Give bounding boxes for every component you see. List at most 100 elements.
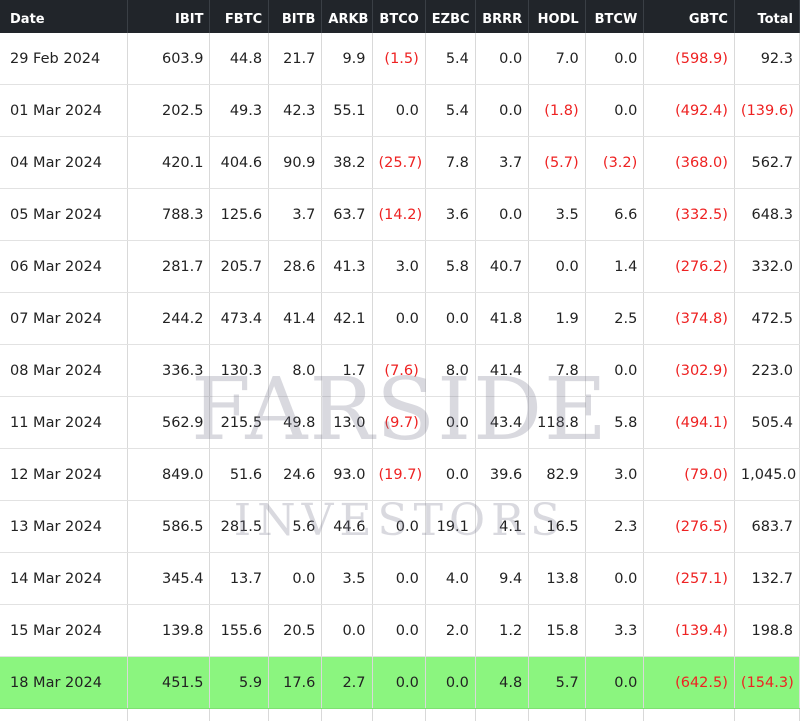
flow-cell-gbtc: (302.9) — [643, 344, 735, 397]
flow-cell-total: 505.4 — [734, 396, 800, 449]
column-header-total: Total — [734, 0, 800, 33]
flow-cell-btco: 0.0 — [372, 292, 426, 345]
flow-cell-brrr: 9.4 — [475, 552, 530, 605]
flow-cell-total: 92.3 — [734, 33, 800, 85]
flow-cell-gbtc: (79.0) — [643, 448, 735, 501]
flow-cell-total: 562.7 — [734, 136, 800, 189]
flow-cell-hodl: 3.5 — [528, 188, 586, 241]
flow-cell-btcw: 2.5 — [585, 292, 645, 345]
flow-cell-arkb: 3.5 — [321, 552, 373, 605]
flow-cell-ibit: 586.5 — [127, 500, 211, 553]
flow-cell-arkb: 9.9 — [321, 33, 373, 85]
empty-cell — [372, 708, 426, 721]
flow-cell-btcw: 6.6 — [585, 188, 645, 241]
flow-cell-gbtc: (492.4) — [643, 84, 735, 137]
flow-cell-arkb: 55.1 — [321, 84, 373, 137]
flow-cell-hodl: 1.9 — [528, 292, 586, 345]
flow-cell-brrr: 40.7 — [475, 240, 530, 293]
flow-cell-ezbc: 19.1 — [425, 500, 476, 553]
table-row: 12 Mar 2024 849.0 51.6 24.6 93.0 (19.7) 0.0 39.… — [0, 448, 800, 501]
flow-cell-ezbc: 2.0 — [425, 604, 476, 657]
column-header-ezbc: EZBC — [425, 0, 476, 33]
flow-cell-fbtc: 13.7 — [209, 552, 270, 605]
empty-cell — [425, 708, 476, 721]
flow-cell-ibit: 139.8 — [127, 604, 211, 657]
column-header-arkb: ARKB — [321, 0, 373, 33]
flow-cell-brrr: 3.7 — [475, 136, 530, 189]
flow-cell-hodl: 82.9 — [528, 448, 586, 501]
flow-cell-hodl: 0.0 — [528, 240, 586, 293]
flow-cell-bitb: 3.7 — [268, 188, 323, 241]
flow-cell-arkb: 63.7 — [321, 188, 373, 241]
flow-cell-fbtc: 125.6 — [209, 188, 270, 241]
table-row: 18 Mar 2024 451.5 5.9 17.6 2.7 0.0 0.0 4.8 5.7 0.… — [0, 656, 800, 709]
flow-cell-arkb: 93.0 — [321, 448, 373, 501]
flow-cell-bitb: 5.6 — [268, 500, 323, 553]
flow-cell-btco: 0.0 — [372, 552, 426, 605]
flow-cell-hodl: 13.8 — [528, 552, 586, 605]
empty-cell — [528, 708, 586, 721]
flow-cell-btco: 0.0 — [372, 604, 426, 657]
flow-cell-bitb: 24.6 — [268, 448, 323, 501]
flow-cell-bitb: 8.0 — [268, 344, 323, 397]
flow-cell-total: 648.3 — [734, 188, 800, 241]
empty-cell — [734, 708, 800, 721]
table-row: 08 Mar 2024 336.3 130.3 8.0 1.7 (7.6) 8.0 41.4 7… — [0, 344, 800, 397]
flows-table-container: Date IBIT FBTC BITB ARKB BTCO EZBC BRRR HODL BTCW… — [0, 0, 800, 721]
flow-cell-btco: (14.2) — [372, 188, 426, 241]
flow-cell-ibit: 451.5 — [127, 656, 211, 709]
flow-cell-total: 198.8 — [734, 604, 800, 657]
flow-cell-fbtc: 404.6 — [209, 136, 270, 189]
flow-cell-total: (154.3) — [734, 656, 800, 709]
flow-cell-arkb: 41.3 — [321, 240, 373, 293]
flow-cell-brrr: 0.0 — [475, 188, 530, 241]
empty-cell — [321, 708, 373, 721]
table-body: 29 Feb 2024 603.9 44.8 21.7 9.9 (1.5) 5.4 0.0 7.… — [0, 33, 800, 721]
flow-cell-ezbc: 5.8 — [425, 240, 476, 293]
flow-cell-gbtc: (494.1) — [643, 396, 735, 449]
flow-cell-ezbc: 0.0 — [425, 396, 476, 449]
flow-cell-btco: (25.7) — [372, 136, 426, 189]
table-row: 14 Mar 2024 345.4 13.7 0.0 3.5 0.0 4.0 9.4 13.8 0… — [0, 552, 800, 605]
flow-cell-brrr: 4.1 — [475, 500, 530, 553]
flow-cell-ibit: 336.3 — [127, 344, 211, 397]
table-row: 05 Mar 2024 788.3 125.6 3.7 63.7 (14.2) 3.6 0.0… — [0, 188, 800, 241]
flow-cell-btcw: 1.4 — [585, 240, 645, 293]
empty-cell — [268, 708, 323, 721]
flow-cell-arkb: 2.7 — [321, 656, 373, 709]
flow-cell-ibit: 244.2 — [127, 292, 211, 345]
flow-cell-ibit: 345.4 — [127, 552, 211, 605]
flow-cell-gbtc: (642.5) — [643, 656, 735, 709]
flow-cell-fbtc: 5.9 — [209, 656, 270, 709]
table-row: 29 Feb 2024 603.9 44.8 21.7 9.9 (1.5) 5.4 0.0 7.… — [0, 33, 800, 85]
flow-cell-btcw: 0.0 — [585, 656, 645, 709]
header-row: Date IBIT FBTC BITB ARKB BTCO EZBC BRRR HODL BTCW… — [0, 0, 800, 33]
flow-cell-gbtc: (276.2) — [643, 240, 735, 293]
flow-cell-brrr: 0.0 — [475, 84, 530, 137]
flow-cell-brrr: 1.2 — [475, 604, 530, 657]
flow-cell-arkb: 0.0 — [321, 604, 373, 657]
flow-cell-brrr: 41.4 — [475, 344, 530, 397]
flow-cell-btcw: 0.0 — [585, 552, 645, 605]
date-cell: 18 Mar 2024 — [0, 656, 129, 709]
flow-cell-ezbc: 5.4 — [425, 84, 476, 137]
flow-cell-arkb: 44.6 — [321, 500, 373, 553]
flow-cell-bitb: 49.8 — [268, 396, 323, 449]
flow-cell-ibit: 562.9 — [127, 396, 211, 449]
table-row: 11 Mar 2024 562.9 215.5 49.8 13.0 (9.7) 0.0 43.… — [0, 396, 800, 449]
flow-cell-ezbc: 3.6 — [425, 188, 476, 241]
flow-cell-fbtc: 130.3 — [209, 344, 270, 397]
table-row: 01 Mar 2024 202.5 49.3 42.3 55.1 0.0 5.4 0.0 (1.… — [0, 84, 800, 137]
flow-cell-btco: (9.7) — [372, 396, 426, 449]
flow-cell-ibit: 603.9 — [127, 33, 211, 85]
flow-cell-btcw: (3.2) — [585, 136, 645, 189]
flow-cell-btcw: 0.0 — [585, 344, 645, 397]
flow-cell-bitb: 28.6 — [268, 240, 323, 293]
flow-cell-fbtc: 49.3 — [209, 84, 270, 137]
flow-cell-hodl: (5.7) — [528, 136, 586, 189]
flow-cell-brrr: 41.8 — [475, 292, 530, 345]
table-row: 06 Mar 2024 281.7 205.7 28.6 41.3 3.0 5.8 40.7 0… — [0, 240, 800, 293]
date-cell: 04 Mar 2024 — [0, 136, 129, 189]
flow-cell-btcw: 3.3 — [585, 604, 645, 657]
date-cell: 08 Mar 2024 — [0, 344, 129, 397]
